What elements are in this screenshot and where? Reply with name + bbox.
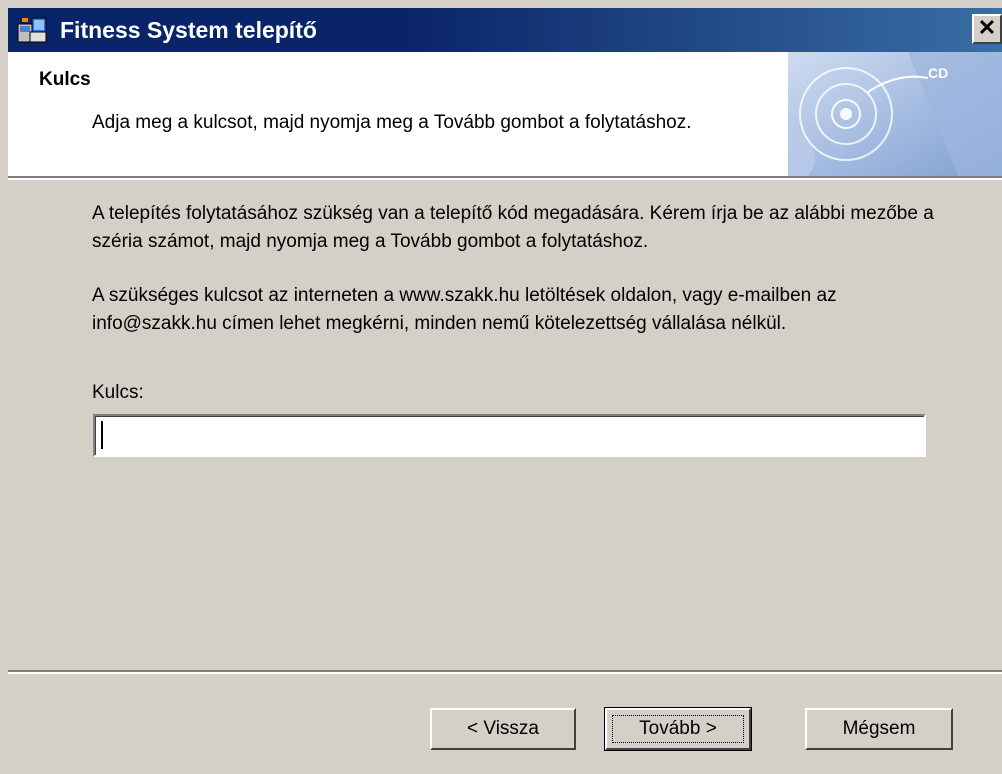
close-icon: ✕ (977, 15, 997, 40)
installer-window: Fitness System telepítő ✕ Kulcs Adja meg… (0, 0, 1002, 774)
instruction-text: A telepítés folytatásához szükség van a … (92, 203, 934, 252)
key-label: Kulcs: (92, 382, 144, 403)
title-bar[interactable]: Fitness System telepítő ✕ (8, 8, 1002, 52)
page-subtitle: Adja meg a kulcsot, majd nyomja meg a To… (92, 112, 692, 133)
next-button[interactable]: Tovább > (604, 707, 752, 751)
header-divider-highlight (8, 178, 1002, 180)
page-title: Kulcs (39, 69, 91, 90)
installer-icon (17, 17, 47, 43)
wizard-header: Kulcs Adja meg a kulcsot, majd nyomja me… (8, 52, 1002, 176)
close-button[interactable]: ✕ (972, 14, 1002, 44)
back-button[interactable]: < Vissza (430, 708, 576, 750)
cd-label: CD (928, 65, 948, 81)
info-text: A szükséges kulcsot az interneten a www.… (92, 285, 837, 334)
key-input[interactable] (93, 414, 926, 457)
text-caret (101, 421, 103, 449)
cd-banner-image: CD (788, 52, 1002, 176)
window-title: Fitness System telepítő (60, 17, 317, 43)
footer-divider-highlight (8, 672, 1002, 674)
focus-rectangle (612, 715, 744, 743)
cancel-button[interactable]: Mégsem (805, 708, 953, 750)
